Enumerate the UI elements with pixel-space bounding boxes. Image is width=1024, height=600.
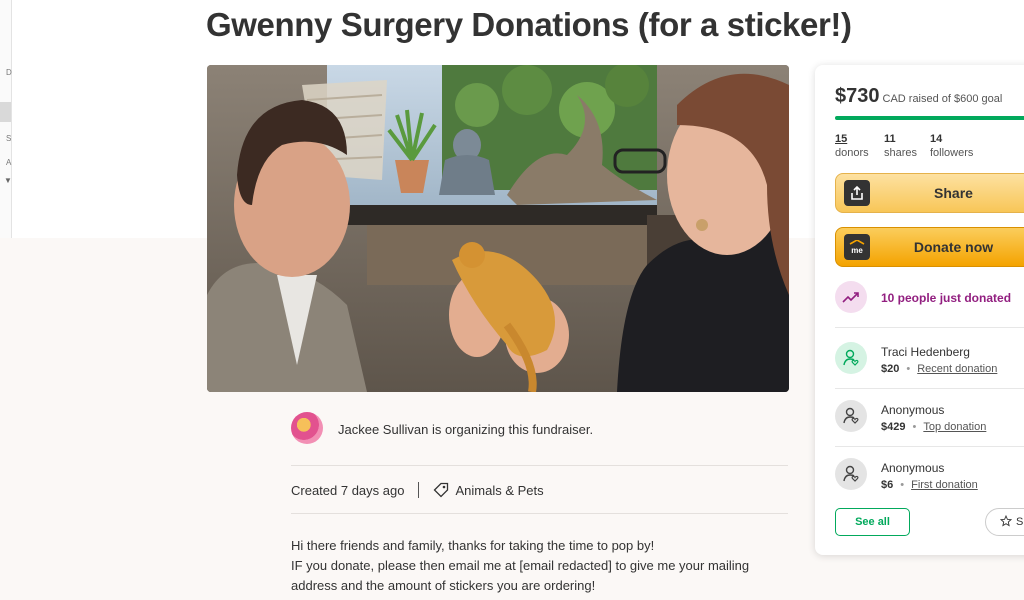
goal-progress-bar	[835, 116, 1024, 120]
divider	[291, 465, 788, 466]
donor-name: Anonymous	[881, 461, 945, 475]
donor-heart-icon	[835, 458, 867, 490]
donor-heart-icon	[835, 342, 867, 374]
divider	[835, 388, 1024, 389]
donation-amount: $429	[881, 421, 906, 433]
left-sidebar-glyph: S	[6, 134, 12, 143]
organizer-text: Jackee Sullivan is organizing this fundr…	[338, 422, 594, 437]
share-button-label: Share	[934, 185, 973, 201]
created-date: Created 7 days ago	[291, 482, 405, 498]
donor-name: Traci Hedenberg	[881, 345, 970, 359]
donation-detail: $20 • Recent donation	[881, 363, 997, 375]
see-top-label: S	[1016, 516, 1024, 528]
donors-stat[interactable]: 15 donors	[835, 132, 869, 160]
star-icon	[999, 514, 1013, 530]
campaign-meta: Created 7 days ago Animals & Pets	[291, 482, 544, 498]
divider	[835, 327, 1024, 328]
shares-label: shares	[884, 147, 918, 159]
amount-raised-line: $730 CAD raised of $600 goal	[835, 85, 1002, 108]
left-sidebar-glyph: D	[6, 68, 12, 77]
separator-dot: •	[912, 421, 917, 433]
donation-detail: $429 • Top donation	[881, 421, 986, 433]
donation-amount: $6	[881, 479, 894, 491]
recent-activity-text[interactable]: 10 people just donated	[881, 291, 1011, 305]
share-button[interactable]: Share	[835, 173, 1024, 213]
gofundme-me-icon: me	[844, 234, 870, 260]
divider	[835, 446, 1024, 447]
campaign-story: Hi there friends and family, thanks for …	[291, 536, 788, 596]
donation-amount: $20	[881, 363, 900, 375]
donation-type-link[interactable]: First donation	[911, 479, 978, 491]
left-sidebar-glyph: A	[6, 158, 12, 167]
donate-now-button[interactable]: me Donate now	[835, 227, 1024, 267]
story-line: Hi there friends and family, thanks for …	[291, 538, 655, 553]
donors-label: donors	[835, 147, 869, 159]
separator-dot: •	[906, 363, 911, 375]
share-icon	[844, 180, 870, 206]
svg-text:me: me	[851, 246, 863, 254]
separator-dot: •	[900, 479, 905, 491]
campaign-photo[interactable]	[207, 65, 789, 392]
category-link[interactable]: Animals & Pets	[455, 483, 543, 498]
left-sidebar-selected-item[interactable]	[0, 102, 11, 122]
divider	[291, 513, 788, 514]
followers-label: followers	[930, 147, 974, 159]
see-top-button[interactable]: S	[985, 508, 1024, 536]
donation-detail: $6 • First donation	[881, 479, 978, 491]
see-all-button[interactable]: See all	[835, 508, 910, 536]
followers-count: 14	[930, 133, 943, 145]
donation-summary-card: $730 CAD raised of $600 goal 15 donors 11…	[815, 65, 1024, 555]
donor-name: Anonymous	[881, 403, 945, 417]
donate-now-label: Donate now	[913, 239, 994, 255]
story-line: IF you donate, please then email me at […	[291, 558, 750, 573]
left-sidebar-expand-icon[interactable]: ▼	[4, 176, 12, 185]
page-title: Gwenny Surgery Donations (for a sticker!…	[206, 6, 852, 43]
donation-type-link[interactable]: Recent donation	[917, 363, 997, 375]
meta-separator	[418, 482, 420, 498]
shares-count: 11	[884, 133, 896, 145]
goal-text: CAD raised of $600 goal	[882, 93, 1003, 105]
donation-type-link[interactable]: Top donation	[923, 421, 986, 433]
donors-count: 15	[835, 133, 848, 145]
tag-icon	[433, 482, 449, 498]
donor-heart-icon	[835, 400, 867, 432]
amount-raised: $730	[835, 85, 880, 107]
campaign-photo-illustration	[207, 65, 789, 392]
followers-stat: 14 followers	[930, 132, 973, 160]
organizer-avatar[interactable]	[291, 412, 323, 444]
story-line: address and the amount of stickers you a…	[291, 578, 596, 593]
shares-stat: 11 shares	[884, 132, 917, 160]
trending-up-icon	[835, 281, 867, 313]
